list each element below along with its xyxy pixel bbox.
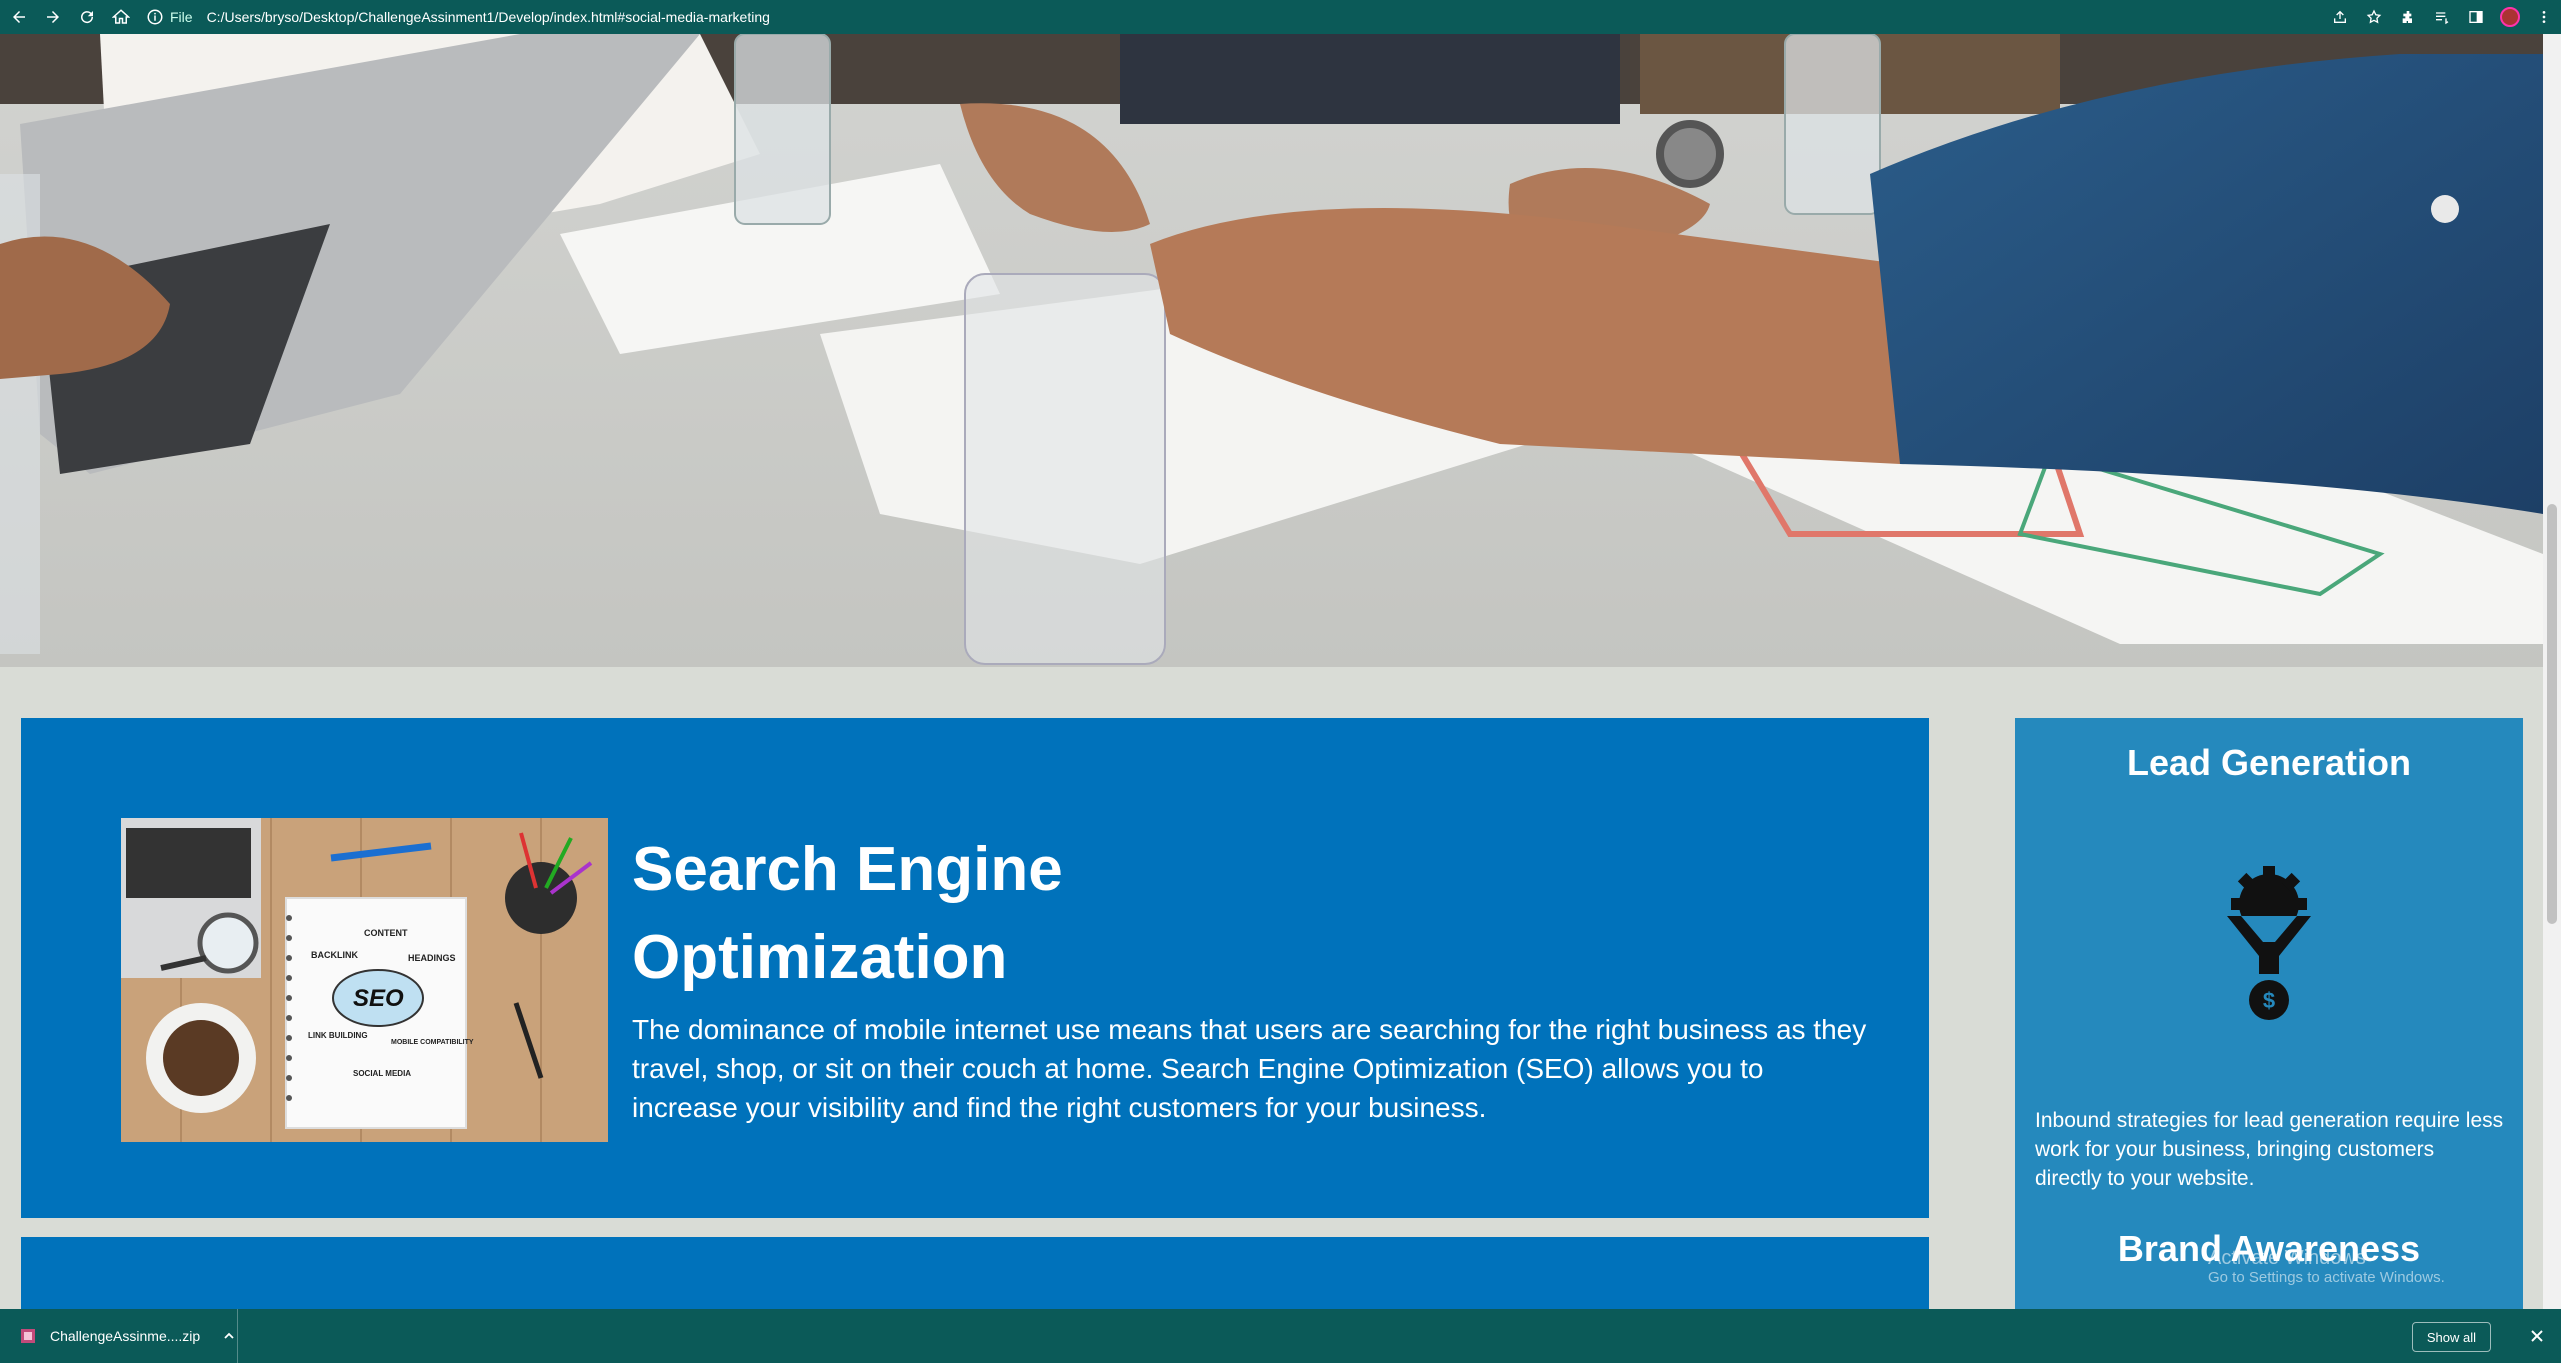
windows-activation-watermark: Activate Windows Go to Settings to activ… [2208, 1248, 2445, 1288]
hero-image [0, 34, 2543, 667]
profile-avatar [2500, 7, 2520, 27]
bookmark-button[interactable] [2363, 6, 2385, 28]
reload-button[interactable] [72, 2, 102, 32]
close-icon[interactable] [2527, 1326, 2547, 1346]
meeting-table-photo [0, 34, 2543, 667]
seo-word-link-building: LINK BUILDING [308, 1031, 368, 1040]
lead-generation-text: Inbound strategies for lead generation r… [2035, 1109, 2504, 1190]
watermark-line-2: Go to Settings to activate Windows. [2208, 1269, 2445, 1286]
forward-icon [47, 11, 59, 23]
page-scrollbar[interactable] [2543, 34, 2561, 1309]
show-all-button[interactable]: Show all [2411, 1322, 2491, 1352]
back-button[interactable] [4, 2, 34, 32]
extensions-button[interactable] [2397, 6, 2419, 28]
star-icon [2366, 9, 2382, 24]
profile-button[interactable] [2499, 6, 2521, 28]
seo-image: CONTENT BACKLINK HEADINGS SEO LINK BUILD… [121, 818, 608, 1142]
seo-word-social-media: SOCIAL MEDIA [353, 1069, 411, 1078]
lead-funnel-icon: $ [2227, 866, 2311, 1020]
seo-section: CONTENT BACKLINK HEADINGS SEO LINK BUILD… [21, 718, 1929, 1218]
info-icon[interactable] [146, 8, 164, 26]
extensions-icon [2402, 11, 2412, 23]
file-scheme-label: File [170, 9, 193, 25]
benefits-sidebar: Lead Generation $ Inbound strategies for… [2015, 718, 2523, 1313]
home-icon [112, 9, 130, 24]
seo-notebook-illustration: CONTENT BACKLINK HEADINGS SEO LINK BUILD… [121, 818, 608, 1142]
browser-toolbar: File C:/Users/bryso/Desktop/ChallengeAss… [0, 0, 2561, 34]
toolbar-actions [2329, 0, 2555, 34]
back-icon [13, 11, 25, 23]
url-text[interactable]: C:/Users/bryso/Desktop/ChallengeAssinmen… [207, 9, 770, 25]
home-button[interactable] [106, 2, 136, 32]
side-panel-button[interactable] [2465, 6, 2487, 28]
menu-icon [2542, 11, 2546, 23]
chevron-up-icon[interactable] [222, 1329, 236, 1343]
download-item[interactable]: ChallengeAssinme....zip [0, 1309, 238, 1363]
menu-button[interactable] [2533, 6, 2555, 28]
reading-list-icon [2436, 12, 2449, 25]
address-bar[interactable]: File C:/Users/bryso/Desktop/ChallengeAss… [146, 3, 770, 31]
download-bar: ChallengeAssinme....zip Show all [0, 1309, 2561, 1363]
svg-text:$: $ [2263, 988, 2275, 1013]
side-panel-icon [2469, 11, 2483, 23]
download-file-name: ChallengeAssinme....zip [50, 1328, 201, 1344]
seo-word-backlink: BACKLINK [311, 950, 358, 960]
seo-word-seo: SEO [353, 985, 404, 1012]
scrollbar-thumb[interactable] [2547, 504, 2557, 924]
seo-title: Search Engine Optimization [632, 835, 1063, 992]
reload-icon [81, 11, 94, 24]
forward-button[interactable] [38, 2, 68, 32]
reading-list-button[interactable] [2431, 6, 2453, 28]
seo-word-mobile-compatibility: MOBILE COMPATIBILITY [391, 1039, 474, 1046]
share-icon [2334, 10, 2346, 23]
share-button[interactable] [2329, 6, 2351, 28]
seo-description: The dominance of mobile internet use mea… [632, 1014, 1867, 1123]
watermark-line-1: Activate Windows [2208, 1247, 2366, 1269]
lead-generation-title: Lead Generation [2126, 742, 2412, 783]
zip-file-icon [21, 1329, 35, 1343]
seo-word-content: CONTENT [364, 928, 408, 938]
seo-word-headings: HEADINGS [408, 953, 456, 963]
next-section-card [21, 1237, 1929, 1309]
